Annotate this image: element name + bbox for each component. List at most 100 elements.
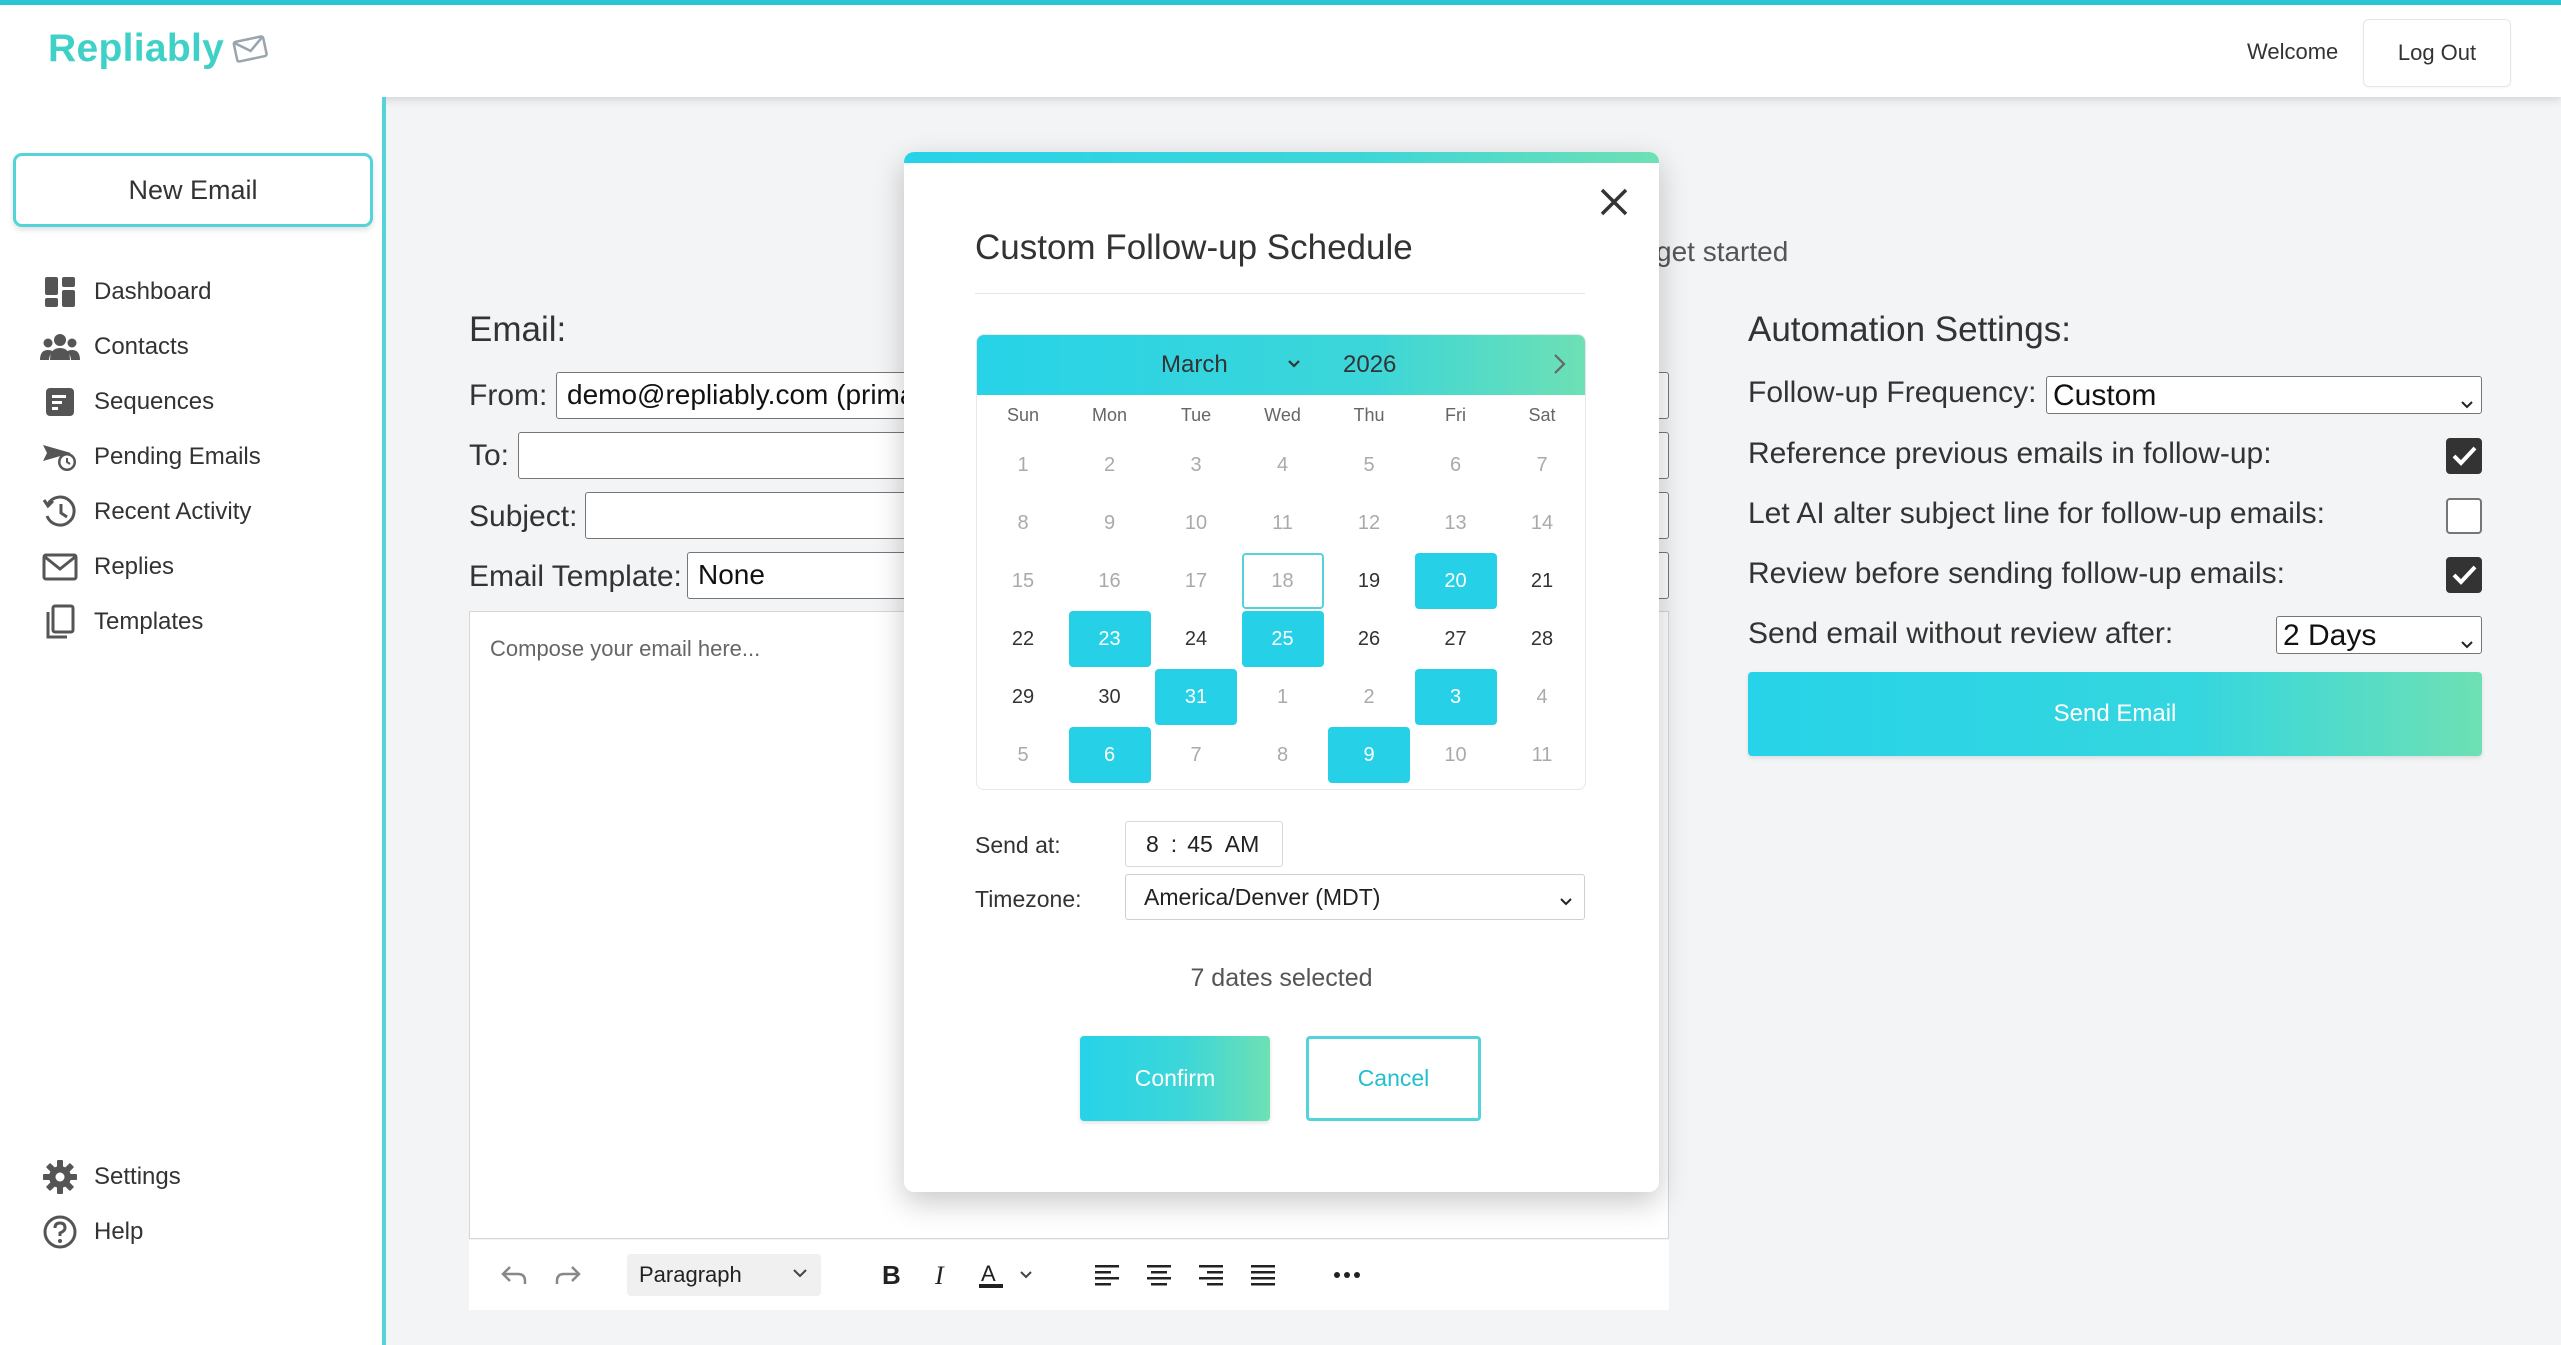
bold-icon[interactable]: B — [869, 1240, 913, 1310]
from-label: From: — [469, 379, 548, 412]
calendar-day-selected[interactable]: 23 — [1068, 611, 1151, 667]
calendar-day[interactable]: 11 — [1242, 495, 1324, 551]
redo-icon[interactable] — [543, 1240, 593, 1310]
calendar-day[interactable]: 11 — [1501, 727, 1583, 783]
dashboard-icon — [40, 272, 80, 312]
contacts-icon — [40, 327, 80, 367]
calendar-day[interactable]: 7 — [1155, 727, 1237, 783]
calendar-day[interactable]: 15 — [982, 553, 1064, 609]
confirm-button[interactable]: Confirm — [1080, 1036, 1270, 1121]
calendar-day[interactable]: 30 — [1069, 669, 1151, 725]
calendar-day[interactable]: 4 — [1242, 437, 1324, 493]
calendar-day[interactable]: 2 — [1328, 669, 1410, 725]
calendar-day-selected[interactable]: 31 — [1155, 669, 1237, 725]
sidebar-item-label: Pending Emails — [94, 443, 261, 470]
ai-subject-line-checkbox[interactable] — [2446, 498, 2482, 534]
more-options-icon[interactable] — [1325, 1240, 1369, 1310]
calendar-day[interactable]: 13 — [1415, 495, 1497, 551]
new-email-button[interactable]: New Email — [13, 153, 373, 227]
calendar-day[interactable]: 5 — [1328, 437, 1410, 493]
calendar-day[interactable]: 8 — [1242, 727, 1324, 783]
align-justify-icon[interactable] — [1241, 1240, 1285, 1310]
chevron-down-icon[interactable] — [1285, 355, 1303, 378]
calendar-day[interactable]: 14 — [1501, 495, 1583, 551]
calendar-day[interactable]: 19 — [1328, 553, 1410, 609]
calendar-day[interactable]: 10 — [1155, 495, 1237, 551]
send-at-time-input[interactable]: 8 : 45 AM — [1125, 821, 1283, 867]
timezone-select[interactable]: America/Denver (MDT) — [1125, 874, 1585, 920]
logout-button[interactable]: Log Out — [2363, 19, 2511, 87]
close-icon[interactable] — [1594, 182, 1634, 222]
sidebar-item-replies[interactable]: Replies — [40, 545, 174, 589]
review-before-sending-checkbox[interactable] — [2446, 557, 2482, 593]
calendar-day-today[interactable]: 18 — [1241, 553, 1324, 609]
undo-icon[interactable] — [489, 1240, 539, 1310]
sidebar-item-contacts[interactable]: Contacts — [40, 325, 189, 369]
follow-up-frequency-select[interactable]: Custom — [2046, 376, 2482, 414]
calendar-day[interactable]: 6 — [1415, 437, 1497, 493]
calendar-day[interactable]: 9 — [1069, 495, 1151, 551]
welcome-text: Welcome — [2247, 39, 2339, 64]
calendar-day[interactable]: 16 — [1069, 553, 1151, 609]
send-at-ampm[interactable]: AM — [1225, 831, 1260, 858]
sidebar-item-recent-activity[interactable]: Recent Activity — [40, 490, 251, 534]
calendar-day[interactable]: 4 — [1501, 669, 1583, 725]
checkmark-icon — [2452, 565, 2477, 585]
sidebar-item-dashboard[interactable]: Dashboard — [40, 270, 211, 314]
send-at-label: Send at: — [975, 832, 1061, 858]
calendar-day[interactable]: 10 — [1415, 727, 1497, 783]
sidebar-item-help[interactable]: Help — [40, 1210, 143, 1254]
sidebar-item-sequences[interactable]: Sequences — [40, 380, 214, 424]
send-at-minute[interactable]: 45 — [1187, 831, 1213, 858]
calendar-day-selected[interactable]: 6 — [1068, 727, 1151, 783]
modal-accent-bar — [904, 152, 1659, 163]
weekday-label: Fri — [1445, 405, 1466, 425]
align-center-icon[interactable] — [1137, 1240, 1181, 1310]
calendar-day[interactable]: 28 — [1501, 611, 1583, 667]
calendar-day-selected[interactable]: 3 — [1414, 669, 1497, 725]
chevron-down-icon — [791, 1262, 809, 1288]
send-at-hour[interactable]: 8 — [1146, 831, 1159, 858]
calendar-day[interactable]: 27 — [1415, 611, 1497, 667]
cancel-button[interactable]: Cancel — [1306, 1036, 1481, 1121]
chevron-down-icon — [1558, 889, 1574, 916]
sidebar-item-label: Contacts — [94, 333, 189, 360]
calendar-day[interactable]: 26 — [1328, 611, 1410, 667]
reference-previous-checkbox[interactable] — [2446, 438, 2482, 474]
text-color-chevron-icon[interactable] — [1013, 1240, 1039, 1310]
align-left-icon[interactable] — [1085, 1240, 1129, 1310]
dates-selected-count: 7 dates selected — [1190, 964, 1373, 992]
next-month-chevron-icon[interactable] — [1547, 351, 1571, 382]
brand-logo[interactable]: Repliably — [48, 27, 268, 71]
calendar-day[interactable]: 22 — [982, 611, 1064, 667]
block-format-select[interactable]: Paragraph — [627, 1254, 821, 1296]
align-right-icon[interactable] — [1189, 1240, 1233, 1310]
calendar-day[interactable]: 29 — [982, 669, 1064, 725]
sidebar-item-settings[interactable]: Settings — [40, 1155, 181, 1199]
calendar-day[interactable]: 21 — [1501, 553, 1583, 609]
calendar-day[interactable]: 17 — [1155, 553, 1237, 609]
year-select[interactable]: 2026 — [1343, 351, 1396, 379]
calendar-day[interactable]: 1 — [982, 437, 1064, 493]
calendar-day[interactable]: 24 — [1155, 611, 1237, 667]
calendar-day[interactable]: 2 — [1069, 437, 1151, 493]
calendar-day-selected[interactable]: 9 — [1328, 727, 1410, 783]
send-email-button[interactable]: Send Email — [1748, 672, 2482, 756]
calendar-day-selected[interactable]: 20 — [1414, 553, 1497, 609]
month-select[interactable]: March — [1161, 351, 1228, 379]
weekday-label: Mon — [1091, 405, 1127, 425]
calendar-day-selected[interactable]: 25 — [1241, 611, 1324, 667]
calendar-day[interactable]: 5 — [982, 727, 1064, 783]
calendar-day[interactable]: 3 — [1155, 437, 1237, 493]
sidebar-item-pending-emails[interactable]: Pending Emails — [40, 435, 261, 479]
send-without-review-select[interactable]: 2 Days — [2276, 616, 2482, 654]
envelope-icon — [40, 547, 80, 587]
italic-icon[interactable]: I — [921, 1240, 961, 1310]
sidebar-item-label: Settings — [94, 1163, 181, 1190]
calendar-day[interactable]: 7 — [1501, 437, 1583, 493]
sidebar-item-templates[interactable]: Templates — [40, 600, 203, 644]
text-color-icon[interactable]: A — [971, 1240, 1011, 1310]
calendar-day[interactable]: 12 — [1328, 495, 1410, 551]
calendar-day[interactable]: 8 — [982, 495, 1064, 551]
calendar-day[interactable]: 1 — [1242, 669, 1324, 725]
